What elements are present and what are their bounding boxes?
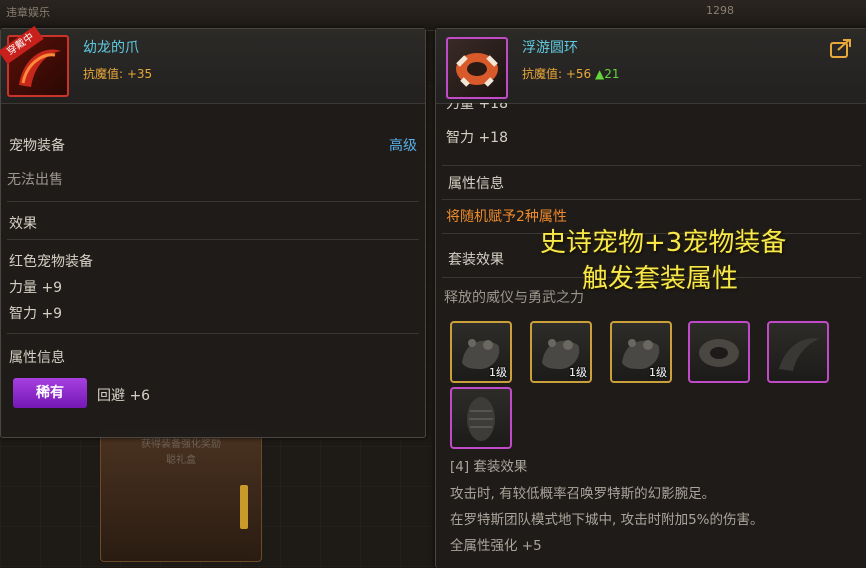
attr-title: 属性信息 bbox=[9, 350, 65, 366]
share-icon[interactable] bbox=[830, 38, 852, 58]
currency-counter: 1298 bbox=[706, 4, 734, 17]
tooltip-header: 浮游圆环 抗魔值: +56 ▲21 bbox=[436, 29, 866, 104]
tooltip-header: 穿戴中 幼龙的爪 抗魔值: +35 bbox=[0, 25, 425, 104]
divider bbox=[7, 333, 419, 334]
claw-icon bbox=[779, 338, 819, 371]
top-menu-bar: 违章娱乐 1298 bbox=[0, 0, 866, 31]
grade-label: 高级 bbox=[389, 138, 417, 154]
attr-title: 属性信息 bbox=[448, 176, 504, 192]
stat-base: 抗魔值: +56 bbox=[522, 67, 592, 81]
divider bbox=[442, 199, 861, 200]
floating-ring-icon bbox=[446, 37, 508, 99]
overlay-caption-line1: 史诗宠物+3宠物装备 bbox=[540, 228, 787, 258]
divider bbox=[442, 165, 861, 166]
trade-status: 无法出售 bbox=[7, 172, 63, 188]
set-effect-line: 攻击时, 有较低概率召唤罗特斯的幻影腕足。 bbox=[450, 486, 716, 502]
reward-card-line2: 聪礼盒 bbox=[166, 455, 196, 466]
item-name: 浮游圆环 bbox=[522, 40, 578, 56]
set-name: 释放的威仪与勇武之力 bbox=[444, 290, 584, 306]
overlay-caption-line2: 触发套装属性 bbox=[582, 264, 739, 294]
set-effect-line: 全属性强化 +5 bbox=[450, 538, 542, 554]
set-effect-header: [4] 套装效果 bbox=[450, 459, 528, 475]
set-slot-ring[interactable] bbox=[688, 321, 750, 383]
rarity-badge: 稀有 bbox=[13, 378, 87, 408]
set-slot-pet-creature[interactable]: 1级 bbox=[450, 321, 512, 383]
item-stat: 抗魔值: +56 ▲21 bbox=[522, 65, 620, 82]
item-tooltip-right: 浮游圆环 抗魔值: +56 ▲21 力量 +18 智力 +18 属性信息 将随机… bbox=[435, 28, 866, 568]
effect-title: 效果 bbox=[9, 216, 37, 232]
effect-line: 红色宠物装备 bbox=[9, 254, 93, 270]
stat-increase: ▲21 bbox=[595, 67, 620, 81]
category-label: 宠物装备 bbox=[9, 138, 65, 154]
set-slot-claw[interactable] bbox=[767, 321, 829, 383]
divider bbox=[7, 201, 419, 202]
slot-level: 1级 bbox=[569, 366, 587, 379]
slot-level: 1级 bbox=[649, 366, 667, 379]
ring-icon bbox=[699, 339, 739, 367]
item-tooltip-left: 穿戴中 幼龙的爪 抗魔值: +35 宠物装备 高级 无法出售 效果 红色宠物装备… bbox=[0, 25, 426, 438]
item-stat: 抗魔值: +35 bbox=[83, 67, 153, 81]
scroll-handle[interactable] bbox=[240, 485, 248, 529]
partial-stat-line: 力量 +18 bbox=[446, 103, 508, 112]
set-effect-line: 在罗特斯团队模式地下城中, 攻击时附加5%的伤害。 bbox=[450, 512, 764, 528]
set-title: 套装效果 bbox=[448, 252, 504, 268]
gauntlet-icon bbox=[467, 397, 495, 441]
reward-card[interactable]: 获得装备强化奖励 聪礼盒 bbox=[100, 430, 262, 562]
divider bbox=[7, 239, 419, 240]
intel-line: 智力 +18 bbox=[446, 130, 508, 146]
set-slot-pet-creature[interactable]: 1级 bbox=[610, 321, 672, 383]
attr-value: 回避 +6 bbox=[97, 388, 151, 404]
top-tab-label[interactable]: 违章娱乐 bbox=[6, 4, 50, 20]
set-slot-gauntlet[interactable] bbox=[450, 387, 512, 449]
effect-line: 力量 +9 bbox=[9, 280, 63, 296]
effect-line: 智力 +9 bbox=[9, 306, 63, 322]
item-name: 幼龙的爪 bbox=[83, 40, 139, 56]
slot-level: 1级 bbox=[489, 366, 507, 379]
set-slot-pet-creature[interactable]: 1级 bbox=[530, 321, 592, 383]
